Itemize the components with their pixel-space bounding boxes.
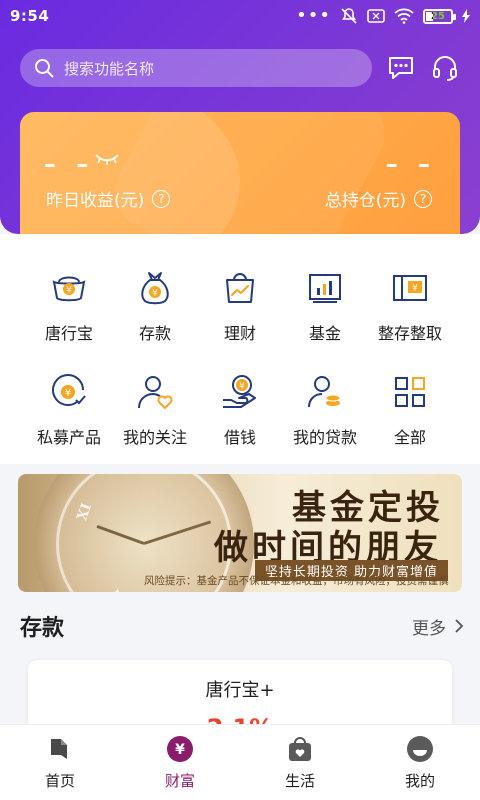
- message-icon: [389, 57, 413, 79]
- svg-text:¥: ¥: [412, 284, 418, 294]
- menu-label: 整存整取: [377, 324, 442, 343]
- mute-icon: [341, 8, 357, 24]
- fund-promo-banner[interactable]: XI VII V 基金定投 做时间的朋友 坚持长期投资 助力财富增值 风险提示：…: [18, 474, 462, 592]
- user-coin-icon: [305, 372, 345, 412]
- no-sim-icon: [367, 9, 385, 23]
- menu-label: 我的关注: [122, 428, 187, 447]
- tab-mine[interactable]: 我的: [360, 725, 480, 800]
- status-time: 9:54: [10, 7, 50, 25]
- battery-level: 25: [431, 10, 445, 22]
- customer-service-button[interactable]: [430, 53, 460, 83]
- message-button[interactable]: [386, 53, 416, 83]
- chevron-right-icon: [455, 619, 464, 633]
- svg-text:¥: ¥: [66, 286, 72, 296]
- menu-label: 存款: [138, 324, 171, 343]
- menu-item-all[interactable]: 全部: [365, 372, 455, 448]
- yesterday-earnings-value: – –: [44, 150, 95, 178]
- tab-life[interactable]: 生活: [240, 725, 360, 800]
- money-bag-icon: ¥: [135, 268, 175, 308]
- menu-label: 理财: [223, 324, 256, 343]
- svg-text:¥: ¥: [152, 289, 158, 299]
- more-text: 更多: [412, 618, 446, 639]
- total-holding-value: – –: [385, 150, 436, 178]
- coin-check-icon: ¥: [49, 372, 89, 412]
- total-holding-text: 总持仓(元): [324, 191, 406, 211]
- tab-wealth[interactable]: ¥ 财富: [120, 725, 240, 800]
- help-icon[interactable]: ?: [152, 189, 171, 208]
- tab-label: 我的: [404, 772, 435, 790]
- menu-item-fund[interactable]: 基金: [280, 268, 370, 344]
- tab-label: 生活: [284, 772, 315, 790]
- tab-label: 财富: [164, 772, 195, 790]
- function-menu: ¥ 唐行宝 ¥ 存款 理财 基金 ¥ 整存整取 ¥ 私募产品 我的关注 ¥ 借钱…: [0, 234, 480, 464]
- section-title: 存款: [20, 616, 65, 641]
- search-placeholder: 搜索功能名称: [64, 59, 155, 78]
- menu-label: 基金: [308, 324, 341, 343]
- bar-chart-icon: [305, 268, 345, 308]
- grid-icon: [390, 372, 430, 412]
- menu-item-fixed-deposit[interactable]: ¥ 整存整取: [365, 268, 455, 344]
- user-heart-icon: [135, 372, 175, 412]
- menu-item-my-follow[interactable]: 我的关注: [110, 372, 200, 448]
- search-input[interactable]: 搜索功能名称: [20, 49, 372, 87]
- status-bar: 9:54 ••• 25: [0, 0, 480, 32]
- tab-home[interactable]: 首页: [0, 725, 120, 800]
- menu-item-tangxingbao[interactable]: ¥ 唐行宝: [24, 268, 114, 344]
- charging-icon: [462, 9, 470, 23]
- svg-text:¥: ¥: [175, 742, 185, 758]
- headset-icon: [433, 56, 457, 81]
- battery-icon: 25: [423, 8, 456, 24]
- svg-text:¥: ¥: [239, 382, 245, 392]
- product-name: 唐行宝+: [205, 680, 275, 701]
- more-dots-icon: •••: [296, 5, 331, 26]
- menu-label: 全部: [393, 428, 426, 447]
- hand-coin-icon: ¥: [220, 372, 260, 412]
- menu-item-wealth[interactable]: 理财: [195, 268, 285, 344]
- home-icon: [45, 734, 75, 764]
- menu-item-deposit[interactable]: ¥ 存款: [110, 268, 200, 344]
- eye-closed-icon[interactable]: [94, 152, 120, 166]
- bag-heart-icon: [285, 734, 315, 764]
- menu-item-borrow[interactable]: ¥ 借钱: [195, 372, 285, 448]
- menu-label: 我的贷款: [292, 428, 357, 447]
- menu-label: 私募产品: [36, 428, 101, 447]
- svg-text:¥: ¥: [65, 388, 71, 399]
- smile-icon: [405, 734, 435, 764]
- wifi-icon: [394, 8, 414, 24]
- bank-book-icon: ¥: [390, 268, 430, 308]
- ingot-icon: ¥: [49, 268, 89, 308]
- tab-label: 首页: [44, 772, 75, 790]
- yesterday-earnings-text: 昨日收益(元): [46, 191, 145, 211]
- bottom-tab-bar: 首页 ¥ 财富 生活 我的: [0, 724, 480, 800]
- menu-label: 借钱: [223, 428, 256, 447]
- total-holding-label[interactable]: 总持仓(元) ?: [325, 186, 432, 211]
- menu-item-my-loans[interactable]: 我的贷款: [280, 372, 370, 448]
- deposit-section-header: 存款 更多: [20, 606, 464, 646]
- search-icon: [35, 59, 54, 78]
- yesterday-earnings-label[interactable]: 昨日收益(元) ?: [46, 186, 171, 211]
- menu-label: 唐行宝: [44, 324, 93, 343]
- more-link[interactable]: 更多: [412, 614, 464, 639]
- yen-coin-icon: ¥: [165, 734, 195, 764]
- banner-risk-notice: 风险提示：基金产品不保证本金和收益，市场有风险，投资需谨慎: [144, 575, 449, 587]
- shopping-bag-chart-icon: [220, 268, 260, 308]
- help-icon[interactable]: ?: [414, 189, 432, 208]
- menu-item-private-products[interactable]: ¥ 私募产品: [24, 372, 114, 448]
